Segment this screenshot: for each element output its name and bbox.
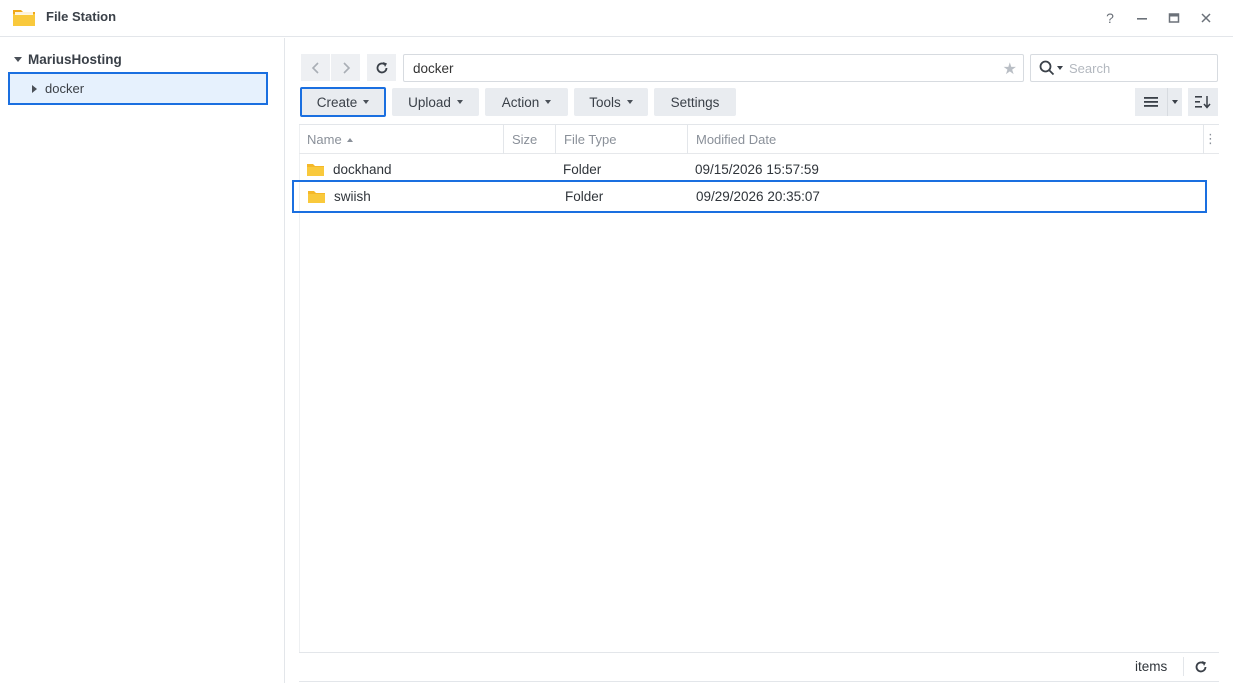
file-station-window: File Station ? MariusHosting docker dock… xyxy=(0,0,1233,683)
status-bar-bottom-border xyxy=(299,681,1219,682)
sidebar-item-label: docker xyxy=(45,81,85,96)
table-row[interactable]: swiish Folder 09/29/2026 20:35:07 xyxy=(292,180,1207,213)
search-input[interactable] xyxy=(1069,60,1199,76)
tools-button-label: Tools xyxy=(589,94,621,110)
refresh-icon xyxy=(376,61,387,73)
title-bar: File Station ? xyxy=(0,0,1233,37)
cell-file-type: Folder xyxy=(565,189,604,204)
cell-modified-date: 09/15/2026 15:57:59 xyxy=(695,161,819,177)
refresh-icon xyxy=(1195,661,1207,673)
column-header-modified-date[interactable]: Modified Date xyxy=(688,125,1188,154)
sidebar-item-docker[interactable]: docker xyxy=(8,72,268,105)
help-icon[interactable]: ? xyxy=(1100,8,1120,28)
settings-button-label: Settings xyxy=(670,94,720,110)
sort-button[interactable] xyxy=(1188,88,1218,116)
list-view-icon xyxy=(1144,97,1158,107)
back-icon xyxy=(311,61,319,74)
chevron-down-icon[interactable] xyxy=(14,57,22,62)
chevron-down-icon xyxy=(1172,100,1178,104)
folder-app-icon xyxy=(13,10,35,26)
create-button[interactable]: Create xyxy=(300,87,386,117)
list-view-button[interactable] xyxy=(1135,88,1167,116)
view-mode-dropdown[interactable] xyxy=(1167,88,1182,116)
status-refresh-button[interactable] xyxy=(1192,658,1210,676)
cell-modified-date: 09/29/2026 20:35:07 xyxy=(696,189,820,204)
column-menu-icon[interactable]: ⋮ xyxy=(1204,131,1217,147)
cell-name: swiish xyxy=(334,189,371,204)
dropdown-arrow-icon xyxy=(456,100,463,104)
action-button-label: Action xyxy=(501,94,540,110)
chevron-right-icon[interactable] xyxy=(32,84,37,93)
column-label: Modified Date xyxy=(696,132,777,147)
refresh-button[interactable] xyxy=(367,54,396,81)
sort-icon xyxy=(1195,96,1211,109)
status-items-label: items xyxy=(1135,659,1168,674)
action-button[interactable]: Action xyxy=(485,88,568,116)
column-label: Name xyxy=(307,132,342,147)
status-separator xyxy=(1183,657,1184,676)
column-label: File Type xyxy=(564,132,617,147)
status-bar-divider xyxy=(299,652,1219,653)
settings-button[interactable]: Settings xyxy=(654,88,736,116)
dropdown-arrow-icon xyxy=(545,100,552,104)
minimize-icon[interactable] xyxy=(1132,8,1152,28)
path-text: docker xyxy=(413,60,454,76)
tools-button[interactable]: Tools xyxy=(574,88,648,116)
column-header-name[interactable]: Name xyxy=(299,125,503,154)
close-icon[interactable] xyxy=(1196,8,1216,28)
file-table: Name Size File Type Modified Date ⋮ dock… xyxy=(292,124,1219,653)
tree-root-label: MariusHosting xyxy=(28,52,122,67)
upload-button[interactable]: Upload xyxy=(392,88,479,116)
table-header: Name Size File Type Modified Date ⋮ xyxy=(299,125,1219,154)
folder-icon xyxy=(308,182,325,211)
maximize-icon[interactable] xyxy=(1164,8,1184,28)
column-label: Size xyxy=(512,132,538,147)
tree-root-mariushosting[interactable]: MariusHosting xyxy=(14,52,122,67)
sidebar: MariusHosting docker xyxy=(0,38,285,683)
path-field[interactable]: docker ★ xyxy=(403,54,1024,82)
sort-ascending-icon xyxy=(346,137,353,142)
back-button[interactable] xyxy=(301,54,330,81)
dropdown-arrow-icon xyxy=(363,100,370,104)
app-title: File Station xyxy=(46,9,117,24)
search-options-chevron-icon[interactable] xyxy=(1057,66,1063,70)
column-header-size[interactable]: Size xyxy=(504,125,555,154)
table-row[interactable]: dockhand Folder 09/15/2026 15:57:59 xyxy=(299,155,1219,183)
folder-icon xyxy=(307,155,324,183)
star-icon[interactable]: ★ xyxy=(1003,59,1017,79)
search-icon[interactable] xyxy=(1039,60,1055,76)
forward-icon xyxy=(342,61,350,74)
forward-button[interactable] xyxy=(331,54,360,81)
create-button-label: Create xyxy=(316,94,358,110)
cell-name: dockhand xyxy=(333,161,392,177)
dropdown-arrow-icon xyxy=(626,100,633,104)
column-header-file-type[interactable]: File Type xyxy=(556,125,687,154)
upload-button-label: Upload xyxy=(408,94,451,110)
cell-file-type: Folder xyxy=(563,161,602,177)
search-field[interactable] xyxy=(1030,54,1218,82)
